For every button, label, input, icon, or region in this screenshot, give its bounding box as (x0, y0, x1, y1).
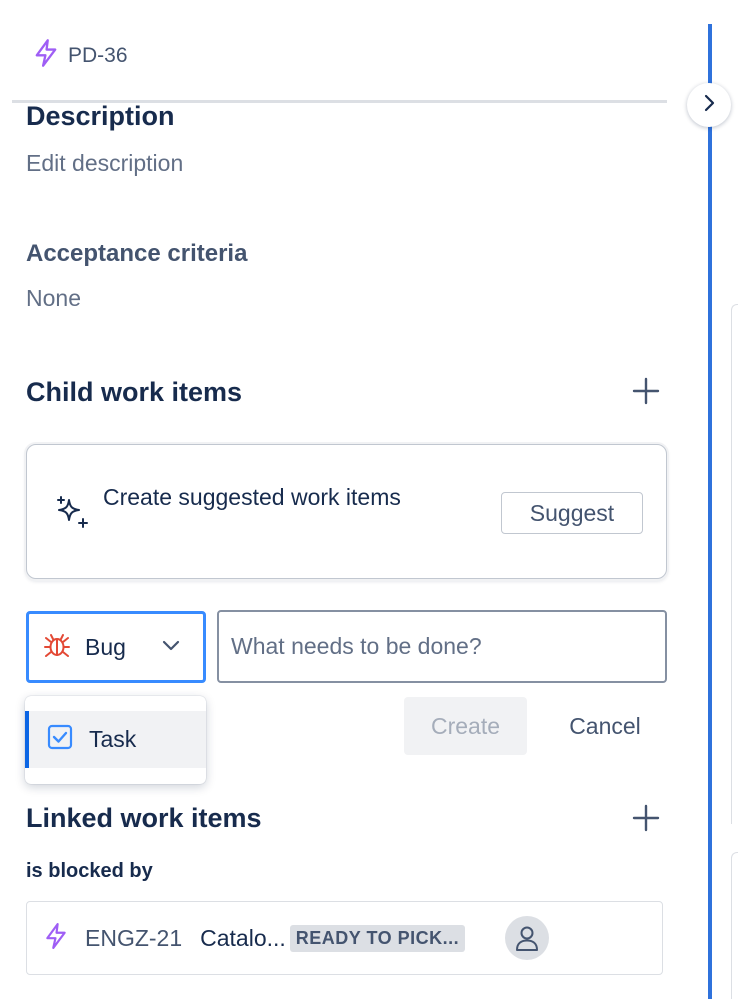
create-button[interactable]: Create (404, 697, 527, 755)
chevron-right-icon (702, 93, 716, 118)
description-editor[interactable]: Edit description (26, 150, 183, 177)
add-link-button[interactable] (628, 802, 664, 838)
linked-items-heading: Linked work items (26, 803, 262, 833)
status-lozenge[interactable]: READY TO PICK... (289, 924, 466, 952)
breadcrumb[interactable]: PD-36 (32, 38, 128, 73)
suggest-work-items-card: Create suggested work items Suggest (26, 444, 667, 579)
dropdown-option-task[interactable]: Task (25, 711, 206, 768)
chevron-down-icon (161, 638, 181, 657)
work-type-dropdown: Task (25, 696, 206, 784)
adjacent-panel-edge (731, 304, 738, 824)
ai-sparkle-icon (55, 495, 89, 534)
child-items-heading: Child work items (26, 377, 243, 407)
issue-key[interactable]: PD-36 (68, 44, 128, 68)
linked-item-summary[interactable]: Catalo... (200, 925, 286, 952)
plus-icon (632, 804, 660, 837)
add-child-button[interactable] (628, 375, 664, 411)
lightning-icon (32, 38, 60, 73)
child-summary-input[interactable] (217, 610, 667, 683)
adjacent-panel-edge (731, 852, 738, 999)
acceptance-criteria-value[interactable]: None (26, 285, 81, 312)
suggest-button[interactable]: Suggest (501, 492, 643, 534)
assignee-avatar[interactable] (505, 916, 550, 960)
person-icon (516, 926, 539, 951)
work-type-value: Bug (85, 633, 126, 660)
suggest-card-text: Create suggested work items (103, 484, 401, 510)
acceptance-criteria-label: Acceptance criteria (26, 240, 248, 267)
cancel-button[interactable]: Cancel (546, 697, 664, 755)
plus-icon (632, 377, 660, 410)
task-checkbox-icon (47, 724, 73, 755)
dropdown-option-label: Task (89, 726, 137, 752)
lightning-icon (43, 921, 69, 956)
work-type-select[interactable]: Bug (26, 611, 206, 683)
description-heading: Description (26, 101, 175, 131)
linked-item-row[interactable]: ENGZ-21 Catalo... READY TO PICK... (26, 901, 663, 975)
panel-resize-line[interactable] (708, 24, 712, 999)
link-relation-label: is blocked by (26, 860, 153, 882)
collapse-panel-button[interactable] (687, 83, 731, 127)
bug-icon (43, 631, 71, 664)
linked-item-key[interactable]: ENGZ-21 (85, 925, 182, 952)
